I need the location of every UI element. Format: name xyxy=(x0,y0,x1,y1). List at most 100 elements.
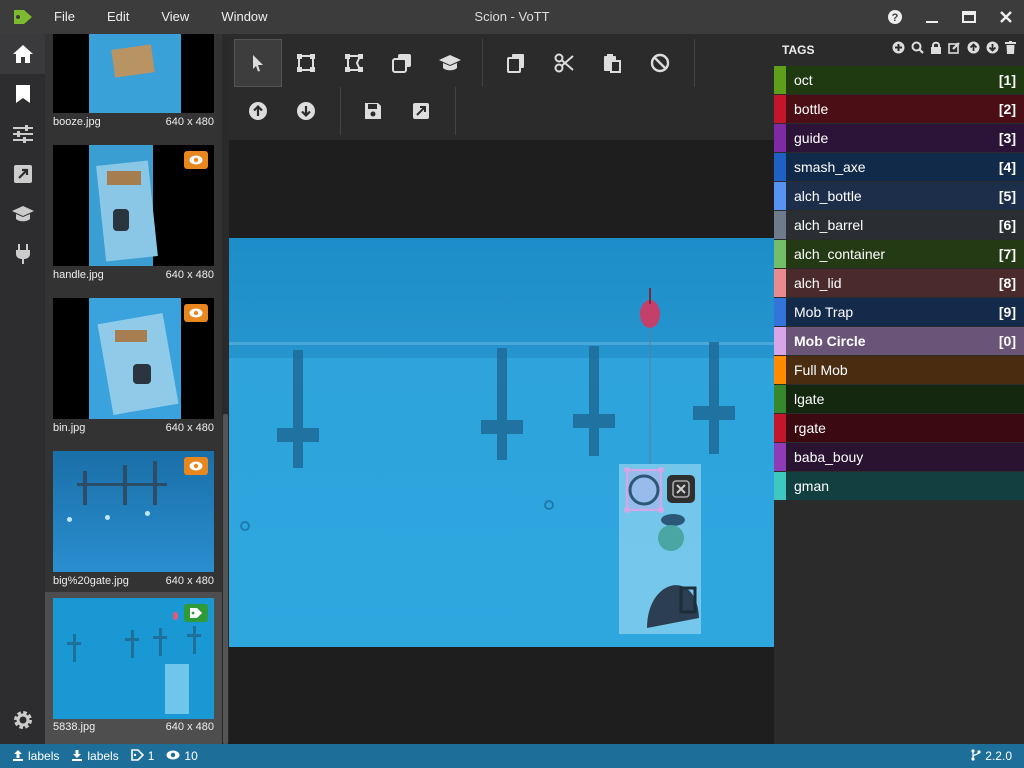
cut-button[interactable] xyxy=(540,39,588,87)
asset-item[interactable]: handle.jpg 640 x 480 xyxy=(45,139,222,289)
tag-color-swatch[interactable] xyxy=(774,66,786,94)
tag-label: smash_axe xyxy=(794,159,866,175)
menu-view[interactable]: View xyxy=(145,0,205,34)
tag-label: lgate xyxy=(794,391,825,407)
tag-color-swatch[interactable] xyxy=(774,269,786,297)
tagged-badge xyxy=(184,604,208,622)
menu-window[interactable]: Window xyxy=(205,0,283,34)
copy-rectangle-button[interactable] xyxy=(378,39,426,87)
tag-hotkey: [6] xyxy=(998,217,1016,233)
tag-label: gman xyxy=(794,478,830,494)
source-connection: labels xyxy=(12,749,59,764)
tag-color-swatch[interactable] xyxy=(774,298,786,326)
tag-color-swatch[interactable] xyxy=(774,356,786,384)
editor-canvas[interactable] xyxy=(229,140,774,744)
menu-edit[interactable]: Edit xyxy=(91,0,145,34)
minimize-icon[interactable] xyxy=(913,0,950,34)
tag-hotkey: [7] xyxy=(998,246,1016,262)
lock-icon[interactable] xyxy=(930,41,942,59)
tag-color-swatch[interactable] xyxy=(774,385,786,413)
close-icon[interactable] xyxy=(987,0,1024,34)
delete-region-icon[interactable] xyxy=(667,475,695,503)
plug-icon[interactable] xyxy=(0,234,45,274)
tag-item[interactable]: guide [3] xyxy=(774,124,1024,152)
asset-item[interactable]: big%20gate.jpg 640 x 480 xyxy=(45,445,222,595)
tag-color-swatch[interactable] xyxy=(774,95,786,123)
asset-list-scrollbar[interactable] xyxy=(222,34,229,744)
asset-name: bin.jpg xyxy=(53,422,86,434)
tag-item[interactable]: bottle [2] xyxy=(774,95,1024,123)
next-asset-button[interactable] xyxy=(282,87,330,135)
tag-color-swatch[interactable] xyxy=(774,443,786,471)
source-connection-label: labels xyxy=(28,749,60,763)
asset-name: handle.jpg xyxy=(53,269,104,281)
tag-item[interactable]: alch_container [7] xyxy=(774,240,1024,268)
rectangle-tool-button[interactable] xyxy=(282,39,330,87)
tag-label: guide xyxy=(794,130,829,146)
asset-thumbnail xyxy=(53,34,214,113)
sliders-icon[interactable] xyxy=(0,114,45,154)
maximize-icon[interactable] xyxy=(950,0,987,34)
export-icon[interactable] xyxy=(0,154,45,194)
add-tag-icon[interactable] xyxy=(892,41,905,59)
asset-item[interactable]: booze.jpg 640 x 480 xyxy=(45,34,222,136)
polygon-tool-button[interactable] xyxy=(330,39,378,87)
export-button[interactable] xyxy=(397,87,445,135)
tag-item[interactable]: Mob Trap [9] xyxy=(774,298,1024,326)
graduation-cap-icon[interactable] xyxy=(0,194,45,234)
tag-color-swatch[interactable] xyxy=(774,211,786,239)
menu-file[interactable]: File xyxy=(46,0,91,34)
settings-icon[interactable] xyxy=(0,700,45,740)
visited-count-value: 10 xyxy=(184,749,198,763)
editor-toolbar xyxy=(229,34,774,140)
tag-label: oct xyxy=(794,72,813,88)
tag-item[interactable]: baba_bouy xyxy=(774,443,1024,471)
previous-asset-button[interactable] xyxy=(234,87,282,135)
help-icon[interactable]: ? xyxy=(876,0,913,34)
active-learning-button[interactable] xyxy=(426,39,474,87)
clear-regions-button[interactable] xyxy=(636,39,684,87)
tags-title: TAGS xyxy=(782,43,815,57)
tag-color-swatch[interactable] xyxy=(774,327,786,355)
arrow-up-icon[interactable] xyxy=(967,41,980,59)
tag-item[interactable]: lgate xyxy=(774,385,1024,413)
tag-item[interactable]: Mob Circle [0] xyxy=(774,327,1024,355)
tag-item[interactable]: rgate xyxy=(774,414,1024,442)
visited-count: 10 xyxy=(166,749,198,763)
copy-button[interactable] xyxy=(492,39,540,87)
home-icon[interactable] xyxy=(0,34,45,74)
tag-color-swatch[interactable] xyxy=(774,182,786,210)
tag-item[interactable]: oct [1] xyxy=(774,66,1024,94)
tag-item[interactable]: smash_axe [4] xyxy=(774,153,1024,181)
paste-button[interactable] xyxy=(588,39,636,87)
arrow-down-icon[interactable] xyxy=(986,41,999,59)
trash-icon[interactable] xyxy=(1005,41,1016,59)
asset-size: 640 x 480 xyxy=(165,269,214,281)
asset-size: 640 x 480 xyxy=(165,116,214,128)
bookmark-icon[interactable] xyxy=(0,74,45,114)
tag-hotkey: [3] xyxy=(998,130,1016,146)
tag-label: alch_container xyxy=(794,246,886,262)
tag-item[interactable]: Full Mob xyxy=(774,356,1024,384)
save-button[interactable] xyxy=(349,87,397,135)
status-bar: labels labels 1 10 2.2.0 xyxy=(0,744,1024,768)
tag-color-swatch[interactable] xyxy=(774,414,786,442)
tag-color-swatch[interactable] xyxy=(774,240,786,268)
asset-item[interactable]: bin.jpg 640 x 480 xyxy=(45,292,222,442)
branch-icon xyxy=(971,748,981,764)
search-icon[interactable] xyxy=(911,41,924,59)
tag-item[interactable]: gman xyxy=(774,472,1024,500)
edit-icon[interactable] xyxy=(948,41,961,59)
asset-name: big%20gate.jpg xyxy=(53,575,129,587)
asset-item-selected[interactable]: 5838.jpg 640 x 480 xyxy=(45,592,222,744)
tag-color-swatch[interactable] xyxy=(774,472,786,500)
select-tool-button[interactable] xyxy=(234,39,282,87)
tag-item[interactable]: alch_barrel [6] xyxy=(774,211,1024,239)
tag-item[interactable]: alch_bottle [5] xyxy=(774,182,1024,210)
version-label: 2.2.0 xyxy=(985,749,1012,763)
asset-image[interactable] xyxy=(229,238,774,647)
tag-color-swatch[interactable] xyxy=(774,124,786,152)
tag-item[interactable]: alch_lid [8] xyxy=(774,269,1024,297)
tag-hotkey: [1] xyxy=(998,72,1016,88)
tag-color-swatch[interactable] xyxy=(774,153,786,181)
